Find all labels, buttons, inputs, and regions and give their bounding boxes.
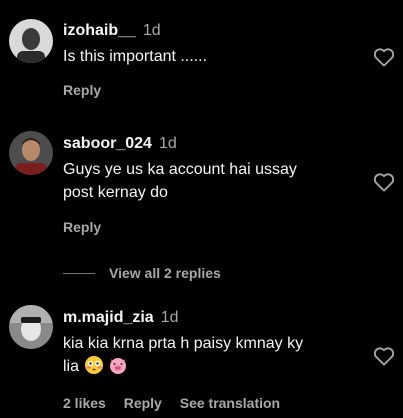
comment-text-line: Guys ye us ka account hai ussay: [63, 161, 297, 178]
likes-count[interactable]: 2 likes: [63, 395, 106, 411]
flushed-face-emoji: [84, 355, 104, 375]
username[interactable]: saboor_024 1d: [63, 135, 177, 153]
comment-text-line: lia: [63, 355, 363, 378]
avatar[interactable]: [9, 131, 53, 175]
view-replies-label[interactable]: View all 2 replies: [109, 265, 221, 281]
avatar[interactable]: [9, 305, 53, 349]
view-replies-button[interactable]: View all 2 replies: [63, 262, 221, 284]
comment-actions: Reply: [63, 82, 101, 98]
comment-time: 1d: [142, 22, 161, 39]
comment-text-line: Is this important ......: [63, 48, 208, 65]
comment-text: kia kia krna prta h paisy kmnay ky lia: [63, 332, 363, 378]
comment-text: Guys ye us ka account hai ussay post ker…: [63, 158, 363, 204]
heart-outline-icon[interactable]: [373, 172, 395, 192]
comment-text-line: post kernay do: [63, 184, 168, 201]
reply-button[interactable]: Reply: [124, 395, 162, 411]
username-text[interactable]: m.majid_zia: [63, 309, 154, 326]
username-text[interactable]: saboor_024: [63, 135, 152, 152]
avatar[interactable]: [9, 19, 53, 63]
comment-actions: 2 likes Reply See translation: [63, 395, 280, 411]
heart-outline-icon[interactable]: [373, 346, 395, 366]
divider: [63, 272, 95, 274]
reply-button[interactable]: Reply: [63, 82, 101, 98]
reply-button[interactable]: Reply: [63, 219, 101, 235]
username[interactable]: m.majid_zia 1d: [63, 309, 179, 327]
comment-time: 1d: [160, 309, 179, 326]
comment-actions: Reply: [63, 219, 101, 235]
pig-face-emoji: [108, 355, 128, 375]
comment-time: 1d: [158, 135, 177, 152]
comment-text-line: kia kia krna prta h paisy kmnay ky: [63, 335, 304, 352]
comment-text-fragment: lia: [63, 358, 80, 375]
comment-text: Is this important ......: [63, 45, 363, 68]
heart-outline-icon[interactable]: [373, 47, 395, 67]
username-text[interactable]: izohaib__: [63, 22, 136, 39]
username[interactable]: izohaib__ 1d: [63, 22, 161, 40]
see-translation-button[interactable]: See translation: [180, 395, 280, 411]
